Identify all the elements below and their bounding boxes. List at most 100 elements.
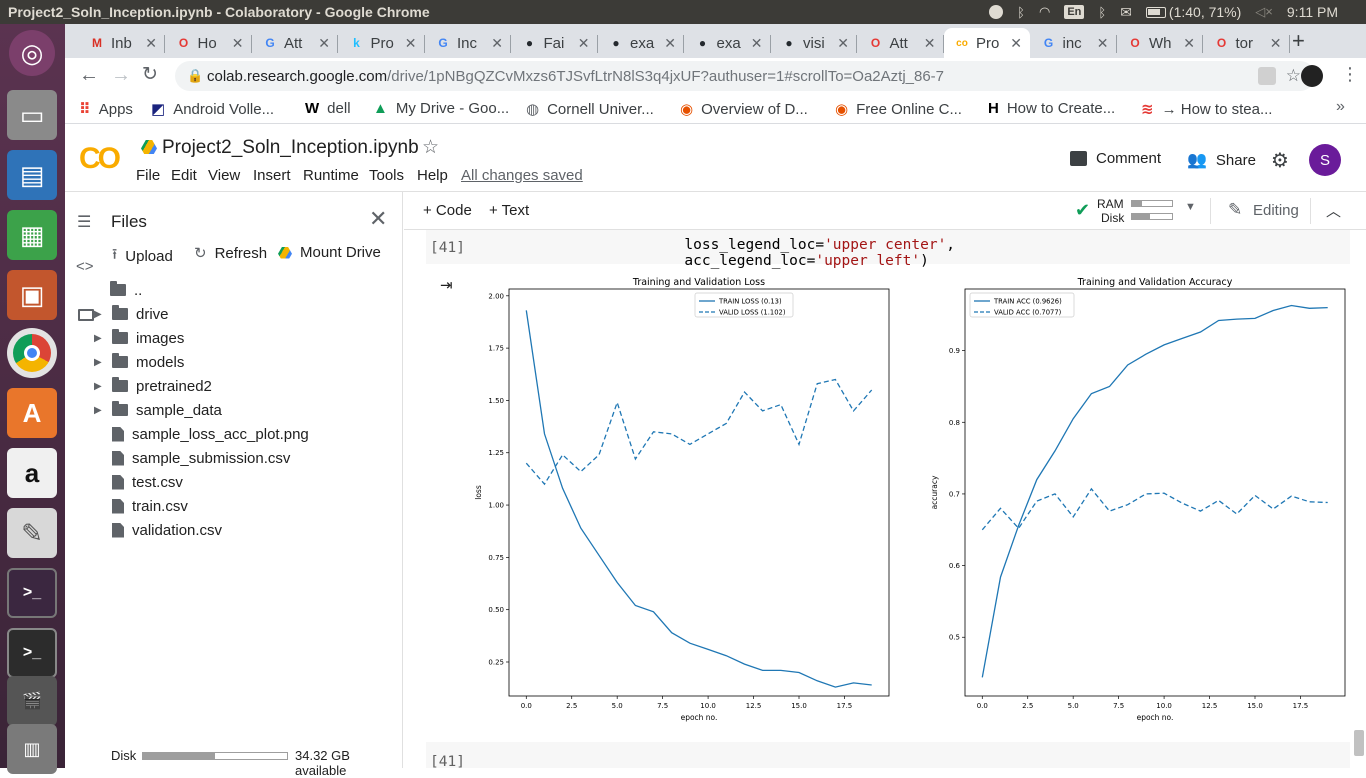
libreoffice-writer-icon[interactable]: ▤ xyxy=(7,150,57,200)
menu-file[interactable]: File xyxy=(136,167,160,184)
browser-tab[interactable]: G Inc ✕ xyxy=(425,28,511,58)
file-item[interactable]: train.csv xyxy=(112,495,188,517)
ubuntu-dash-icon[interactable]: ◎ xyxy=(9,30,55,76)
browser-tab[interactable]: M Inb ✕ xyxy=(79,28,165,58)
tab-close-icon[interactable]: ✕ xyxy=(924,35,936,52)
bookmark-item[interactable]: ≋ → How to stea... xyxy=(1141,100,1272,119)
tab-close-icon[interactable]: ✕ xyxy=(491,35,503,52)
tab-close-icon[interactable]: ✕ xyxy=(1183,35,1195,52)
share-button[interactable]: 👥 Share xyxy=(1187,150,1256,170)
mail-icon[interactable]: ✉ xyxy=(1120,4,1132,21)
tab-close-icon[interactable]: ✕ xyxy=(1010,35,1022,52)
new-tab-button[interactable]: + xyxy=(1292,28,1305,54)
expand-caret-icon[interactable]: ▶ xyxy=(94,381,102,392)
browser-tab[interactable]: ● visi ✕ xyxy=(771,28,857,58)
menu-edit[interactable]: Edit xyxy=(171,167,197,184)
tab-close-icon[interactable]: ✕ xyxy=(578,35,590,52)
user-avatar[interactable]: S xyxy=(1309,144,1341,176)
browser-tab[interactable]: G Att ✕ xyxy=(252,28,338,58)
browser-tab[interactable]: ● exa ✕ xyxy=(685,28,771,58)
browser-tab[interactable]: O Att ✕ xyxy=(858,28,944,58)
address-bar[interactable]: 🔒 colab.research.google.com/drive/1pNBgQ… xyxy=(175,61,1315,91)
code-snippets-icon[interactable]: <> xyxy=(76,258,94,275)
file-manager-icon[interactable]: ▭ xyxy=(7,90,57,140)
bookmark-item[interactable]: ◩ Android Volle... xyxy=(151,100,274,119)
bookmark-item[interactable]: ⠿ Apps xyxy=(79,100,133,119)
bookmark-item[interactable]: ◉ Free Online C... xyxy=(835,100,962,119)
vpn-icon[interactable] xyxy=(989,5,1004,19)
media-player-icon[interactable]: 🎬 xyxy=(7,676,57,726)
notebook-title[interactable]: Project2_Soln_Inception.ipynb xyxy=(162,137,419,159)
browser-tab[interactable]: k Pro ✕ xyxy=(339,28,425,58)
mount-drive-button[interactable]: Mount Drive xyxy=(278,244,381,261)
folder-item[interactable]: ▶ sample_data xyxy=(94,399,222,421)
folder-item[interactable]: ▶ drive xyxy=(94,303,169,325)
disk-meter[interactable] xyxy=(1131,213,1173,220)
folder-item[interactable]: ▶ models xyxy=(94,351,184,373)
libreoffice-calc-icon[interactable]: ▦ xyxy=(7,210,57,260)
bluetooth-icon[interactable]: ᛒ xyxy=(1017,5,1025,20)
files-folder-icon[interactable] xyxy=(78,309,94,321)
volume-muted-icon[interactable]: ◁× xyxy=(1255,4,1273,20)
bookmark-item[interactable]: ▲ My Drive - Goo... xyxy=(373,100,509,117)
menu-view[interactable]: View xyxy=(208,167,240,184)
bookmark-item[interactable]: H How to Create... xyxy=(988,100,1115,117)
browser-tab[interactable]: O Ho ✕ xyxy=(166,28,252,58)
forward-icon[interactable]: → xyxy=(111,64,131,87)
bookmark-item[interactable]: ◉ Overview of D... xyxy=(680,100,808,119)
runtime-dropdown-icon[interactable]: ▼ xyxy=(1185,201,1196,213)
ram-meter[interactable] xyxy=(1131,200,1173,207)
menu-tools[interactable]: Tools xyxy=(369,167,404,184)
file-item[interactable]: sample_submission.csv xyxy=(112,447,290,469)
terminal-icon[interactable]: >_ xyxy=(7,628,57,678)
table-of-contents-icon[interactable]: ☰ xyxy=(77,212,91,232)
reload-icon[interactable]: ↻ xyxy=(142,63,158,86)
code-cell[interactable]: [41] loss_legend_loc='upper center', acc… xyxy=(426,230,1350,269)
battery-indicator[interactable]: (1:40, 71%) xyxy=(1145,4,1241,20)
browser-tab[interactable]: ● Fai ✕ xyxy=(512,28,598,58)
upload-button[interactable]: ⭱ Upload xyxy=(112,244,173,269)
extension-icon[interactable] xyxy=(1258,67,1276,85)
bookmark-item[interactable]: ◍ Cornell Univer... xyxy=(526,100,654,119)
bookmark-item[interactable]: Wdell xyxy=(305,100,351,117)
terminal-icon[interactable]: >_ xyxy=(7,568,57,618)
clock[interactable]: 9:11 PM xyxy=(1287,4,1338,20)
chrome-icon[interactable] xyxy=(7,328,57,378)
comment-button[interactable]: Comment xyxy=(1070,150,1161,167)
settings-gear-icon[interactable]: ⚙ xyxy=(1271,148,1289,173)
tab-close-icon[interactable]: ✕ xyxy=(837,35,849,52)
scrollbar-thumb[interactable] xyxy=(1354,730,1364,756)
menu-insert[interactable]: Insert xyxy=(253,167,291,184)
menu-help[interactable]: Help xyxy=(417,167,448,184)
wifi-icon[interactable]: ◠ xyxy=(1039,4,1050,20)
tab-close-icon[interactable]: ✕ xyxy=(232,35,244,52)
text-editor-icon[interactable]: ✎ xyxy=(7,508,57,558)
tab-close-icon[interactable]: ✕ xyxy=(405,35,417,52)
libreoffice-impress-icon[interactable]: ▣ xyxy=(7,270,57,320)
output-actions-icon[interactable]: ⇥ xyxy=(440,276,453,294)
colab-logo[interactable]: CO xyxy=(79,142,121,176)
save-status-link[interactable]: All changes saved xyxy=(461,167,583,184)
drive-icon[interactable] xyxy=(141,140,157,154)
expand-caret-icon[interactable]: ▶ xyxy=(94,405,102,416)
browser-tab[interactable]: O Wh ✕ xyxy=(1117,28,1203,58)
menu-runtime[interactable]: Runtime xyxy=(303,167,359,184)
file-item[interactable]: validation.csv xyxy=(112,519,222,541)
add-text-button[interactable]: + Text xyxy=(489,202,529,219)
parent-folder-item[interactable]: .. xyxy=(110,279,142,301)
chrome-menu-icon[interactable]: ⋮ xyxy=(1341,64,1359,85)
add-code-button[interactable]: + Code xyxy=(423,202,472,219)
tab-close-icon[interactable]: ✕ xyxy=(318,35,330,52)
editing-mode-button[interactable]: Editing xyxy=(1253,202,1299,219)
tab-close-icon[interactable]: ✕ xyxy=(145,35,157,52)
file-item[interactable]: sample_loss_acc_plot.png xyxy=(112,423,309,445)
star-icon[interactable]: ☆ xyxy=(422,136,439,159)
tab-close-icon[interactable]: ✕ xyxy=(1270,35,1282,52)
expand-caret-icon[interactable]: ▶ xyxy=(94,357,102,368)
tab-close-icon[interactable]: ✕ xyxy=(664,35,676,52)
refresh-button[interactable]: ↻ Refresh xyxy=(194,244,267,263)
tab-close-icon[interactable]: ✕ xyxy=(751,35,763,52)
collapse-header-icon[interactable]: ︿ xyxy=(1326,200,1341,221)
file-item[interactable]: test.csv xyxy=(112,471,183,493)
bookmarks-overflow-icon[interactable]: » xyxy=(1336,98,1345,116)
